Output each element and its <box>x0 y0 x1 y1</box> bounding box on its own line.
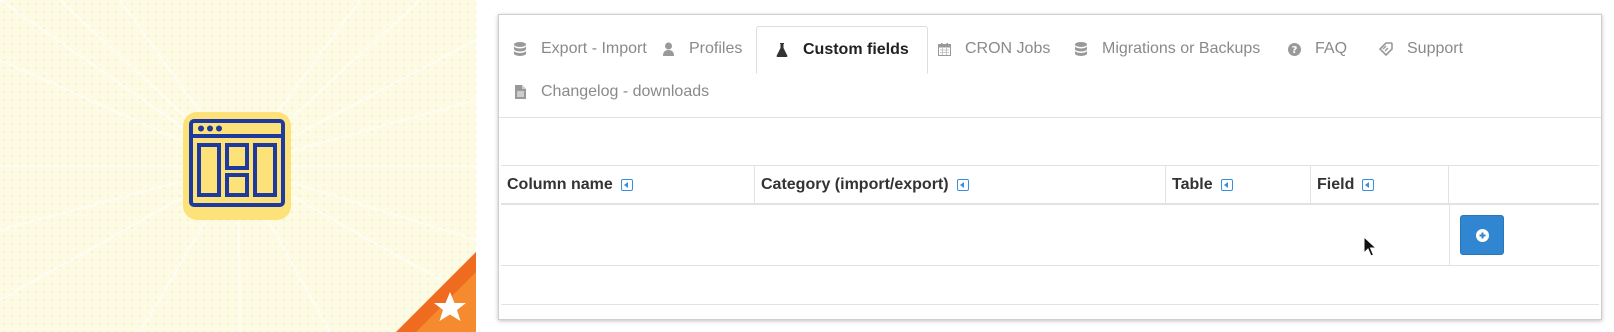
promo-banner <box>0 0 476 332</box>
tab-support[interactable]: Support <box>1379 27 1463 71</box>
tab-label: Profiles <box>689 40 743 57</box>
svg-text:?: ? <box>1291 45 1297 56</box>
question-circle-icon: ? <box>1287 42 1301 56</box>
featured-star-badge <box>396 252 476 332</box>
table-header: Column name Category (import/export) Tab… <box>501 165 1599 205</box>
sort-icon[interactable] <box>1362 179 1375 191</box>
column-header-field: Field <box>1311 166 1449 204</box>
sort-icon[interactable] <box>620 179 633 191</box>
cell-divider <box>1449 205 1450 265</box>
ticket-icon <box>1379 42 1393 56</box>
file-icon <box>513 85 527 99</box>
column-header-actions <box>1449 166 1599 204</box>
plus-circle-icon <box>1475 228 1489 242</box>
column-title: Column name <box>507 176 613 193</box>
tab-profiles[interactable]: Profiles <box>661 27 742 71</box>
tab-label: Export - Import <box>541 40 647 57</box>
tab-label: FAQ <box>1315 40 1348 57</box>
layout-app-icon <box>183 112 291 220</box>
sort-icon[interactable] <box>956 179 969 191</box>
tab-label: Changelog - downloads <box>541 83 710 100</box>
column-title: Table <box>1172 176 1213 193</box>
settings-panel: Export - Import Profiles Custom fields C… <box>498 14 1602 320</box>
column-header-column-name: Column name <box>501 166 755 204</box>
add-field-button[interactable] <box>1460 215 1504 255</box>
tab-migrations-backups[interactable]: Migrations or Backups <box>1074 27 1260 71</box>
tab-changelog-downloads[interactable]: Changelog - downloads <box>513 70 709 114</box>
database-icon <box>513 42 527 56</box>
tab-divider <box>499 117 1601 118</box>
flask-icon <box>775 43 789 57</box>
tab-faq[interactable]: ? FAQ <box>1287 27 1347 71</box>
tab-cron-jobs[interactable]: CRON Jobs <box>937 27 1050 71</box>
mouse-cursor-icon <box>1363 236 1377 257</box>
table-row <box>501 205 1599 266</box>
database-icon <box>1074 42 1088 56</box>
tab-label: Migrations or Backups <box>1102 40 1261 57</box>
column-header-table: Table <box>1166 166 1311 204</box>
sort-icon[interactable] <box>1220 179 1233 191</box>
column-header-category: Category (import/export) <box>755 166 1166 204</box>
tab-label: CRON Jobs <box>965 40 1051 57</box>
tab-export-import[interactable]: Export - Import <box>513 27 647 71</box>
calendar-icon <box>937 42 951 56</box>
column-title: Field <box>1317 176 1355 193</box>
column-title: Category (import/export) <box>761 176 949 193</box>
tab-custom-fields[interactable]: Custom fields <box>756 26 928 74</box>
user-icon <box>661 42 675 56</box>
tab-label: Support <box>1407 40 1464 57</box>
tab-bar: Export - Import Profiles Custom fields C… <box>499 15 1601 117</box>
tab-label: Custom fields <box>803 41 909 58</box>
custom-fields-table: Column name Category (import/export) Tab… <box>501 165 1599 305</box>
table-row <box>501 266 1599 305</box>
